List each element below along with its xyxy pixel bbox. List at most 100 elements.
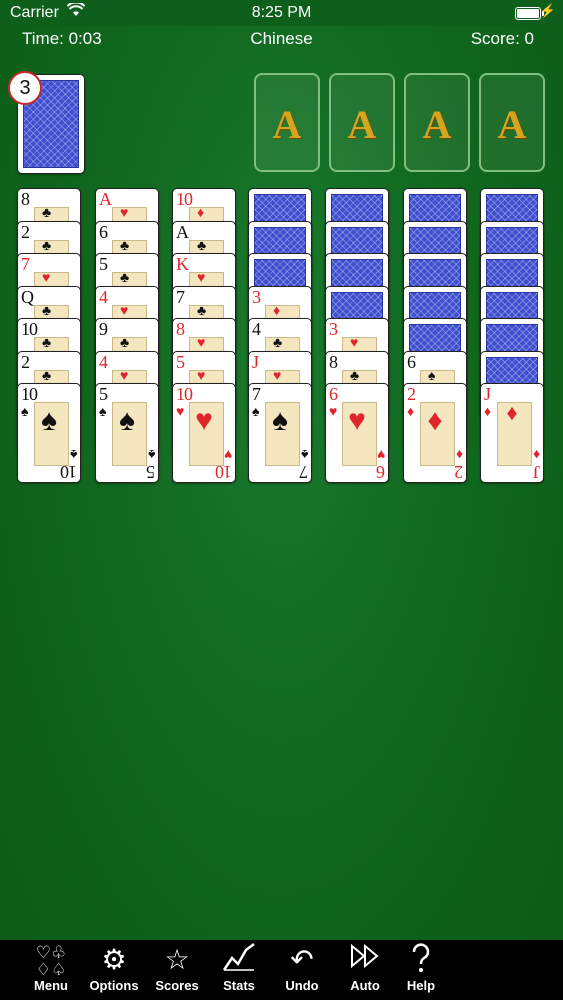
stats-label: Stats <box>223 978 255 993</box>
card-rank: 5 <box>176 351 185 372</box>
card-rank: K <box>176 254 189 274</box>
scores-button[interactable]: ☆ Scores <box>146 942 208 998</box>
card-pip: ♠ <box>119 404 135 437</box>
card-rank: 4 <box>99 286 108 307</box>
card-suit: ♣ <box>42 301 52 318</box>
card-rank-bottom: 2 <box>455 462 463 482</box>
card-rank: 10 <box>176 189 193 209</box>
card-rank: 5 <box>99 254 108 274</box>
card-pip: ♥ <box>348 404 366 437</box>
help-label: Help <box>406 978 436 993</box>
chart-icon <box>208 942 270 978</box>
playing-card[interactable]: 10 ♥ ♥ 10 ♥ <box>172 383 236 483</box>
card-suit: ♣ <box>120 334 130 350</box>
card-rank: 7 <box>21 254 30 274</box>
card-rank: 7 <box>252 384 261 404</box>
card-rank: 2 <box>21 221 30 242</box>
card-rank-bottom: 7 <box>300 462 308 482</box>
card-rank-bottom: 10 <box>216 462 232 482</box>
charging-icon: ⚡ <box>539 3 556 18</box>
playing-card[interactable]: 6 ♥ ♥ 6 ♥ <box>325 383 389 483</box>
card-suit: ♣ <box>197 301 207 318</box>
card-rank: 4 <box>99 351 108 372</box>
bottom-toolbar: ♡♧ ♢♤ Menu ⚙ Options ☆ Scores Stats ↶ Und… <box>0 940 563 1000</box>
playing-card[interactable]: J ♦ ♦ J ♦ <box>480 383 544 483</box>
card-suit-bottom: ♠ <box>300 447 308 463</box>
stock-count-badge: 3 <box>8 71 42 105</box>
playing-card[interactable]: 2 ♦ ♦ 2 ♦ <box>403 383 467 483</box>
card-suit: ♣ <box>42 366 52 383</box>
card-rank-bottom: J <box>533 462 540 482</box>
auto-label: Auto <box>350 978 380 993</box>
card-rank: A <box>99 189 112 209</box>
menu-button[interactable]: ♡♧ ♢♤ Menu <box>20 942 82 998</box>
options-label: Options <box>89 978 139 993</box>
card-rank: 4 <box>252 319 261 339</box>
gears-icon: ⚙ <box>101 944 127 975</box>
card-rank: 6 <box>407 351 416 372</box>
undo-button[interactable]: ↶ Undo <box>271 942 333 998</box>
card-suit: ♣ <box>120 236 130 253</box>
battery-icon <box>515 7 544 20</box>
card-suit: ♣ <box>42 236 52 253</box>
card-rank: 8 <box>329 351 338 372</box>
card-rank: 10 <box>21 384 38 404</box>
help-button[interactable]: Help <box>390 942 452 998</box>
card-rank: 7 <box>176 286 185 307</box>
game-info-bar: Time: 0:03 Chinese Score: 0 <box>0 29 563 51</box>
card-suit: ♥ <box>197 366 206 383</box>
card-rank: 3 <box>329 319 338 339</box>
foundation-label: A <box>347 102 377 147</box>
card-suit: ♣ <box>42 334 52 350</box>
card-suit: ♣ <box>42 204 52 220</box>
undo-icon: ↶ <box>290 944 314 975</box>
card-suit: ♥ <box>197 269 206 285</box>
card-rank: Q <box>21 286 34 307</box>
card-rank: 5 <box>99 384 108 404</box>
star-icon: ☆ <box>164 944 190 975</box>
foundation-1[interactable]: A <box>254 73 320 172</box>
card-pip: ♠ <box>272 404 288 437</box>
stats-button[interactable]: Stats <box>208 942 270 998</box>
undo-label: Undo <box>285 978 319 993</box>
menu-label: Menu <box>34 978 68 993</box>
card-rank-bottom: 6 <box>377 462 385 482</box>
card-suit-bottom: ♦ <box>455 447 463 463</box>
foundation-4[interactable]: A <box>479 73 545 172</box>
card-rank: 6 <box>329 384 338 404</box>
card-suit: ♣ <box>120 269 130 285</box>
help-icon <box>390 942 452 978</box>
card-suit: ♥ <box>120 301 129 318</box>
card-suit: ♥ <box>197 334 206 350</box>
card-pip: ♦ <box>427 404 443 437</box>
foundation-2[interactable]: A <box>329 73 395 172</box>
status-bar: Carrier 8:25 PM ⚡ <box>0 0 563 26</box>
options-button[interactable]: ⚙ Options <box>83 942 145 998</box>
card-rank: 2 <box>21 351 30 372</box>
foundation-3[interactable]: A <box>404 73 470 172</box>
card-pip: ♥ <box>195 404 213 437</box>
card-suit: ♥ <box>120 366 129 383</box>
playing-card[interactable]: 7 ♠ ♠ 7 ♠ <box>248 383 312 483</box>
card-rank: 8 <box>21 189 30 209</box>
card-rank: A <box>176 221 189 242</box>
card-rank: 10 <box>176 384 193 404</box>
card-rank: 6 <box>99 221 108 242</box>
card-rank: 10 <box>21 319 38 339</box>
card-suit-bottom: ♥ <box>376 447 385 463</box>
auto-button[interactable]: Auto <box>334 942 396 998</box>
card-rank: J <box>252 351 259 372</box>
card-suit: ♥ <box>120 204 129 220</box>
clock: 8:25 PM <box>251 4 312 21</box>
suits-icon: ♡♧ ♢♤ <box>35 943 67 979</box>
card-suit: ♠ <box>428 366 436 383</box>
card-rank: 9 <box>99 319 108 339</box>
foundation-label: A <box>497 102 527 147</box>
playing-card[interactable]: 5 ♠ ♠ 5 ♠ <box>95 383 159 483</box>
score: Score: 0 <box>470 29 534 48</box>
card-rank: 8 <box>176 319 185 339</box>
card-suit: ♦ <box>197 204 205 220</box>
playing-card[interactable]: 10 ♠ ♠ 10 ♠ <box>17 383 81 483</box>
card-suit-bottom: ♠ <box>147 447 155 463</box>
face-card-portrait: ♦ <box>506 400 518 425</box>
